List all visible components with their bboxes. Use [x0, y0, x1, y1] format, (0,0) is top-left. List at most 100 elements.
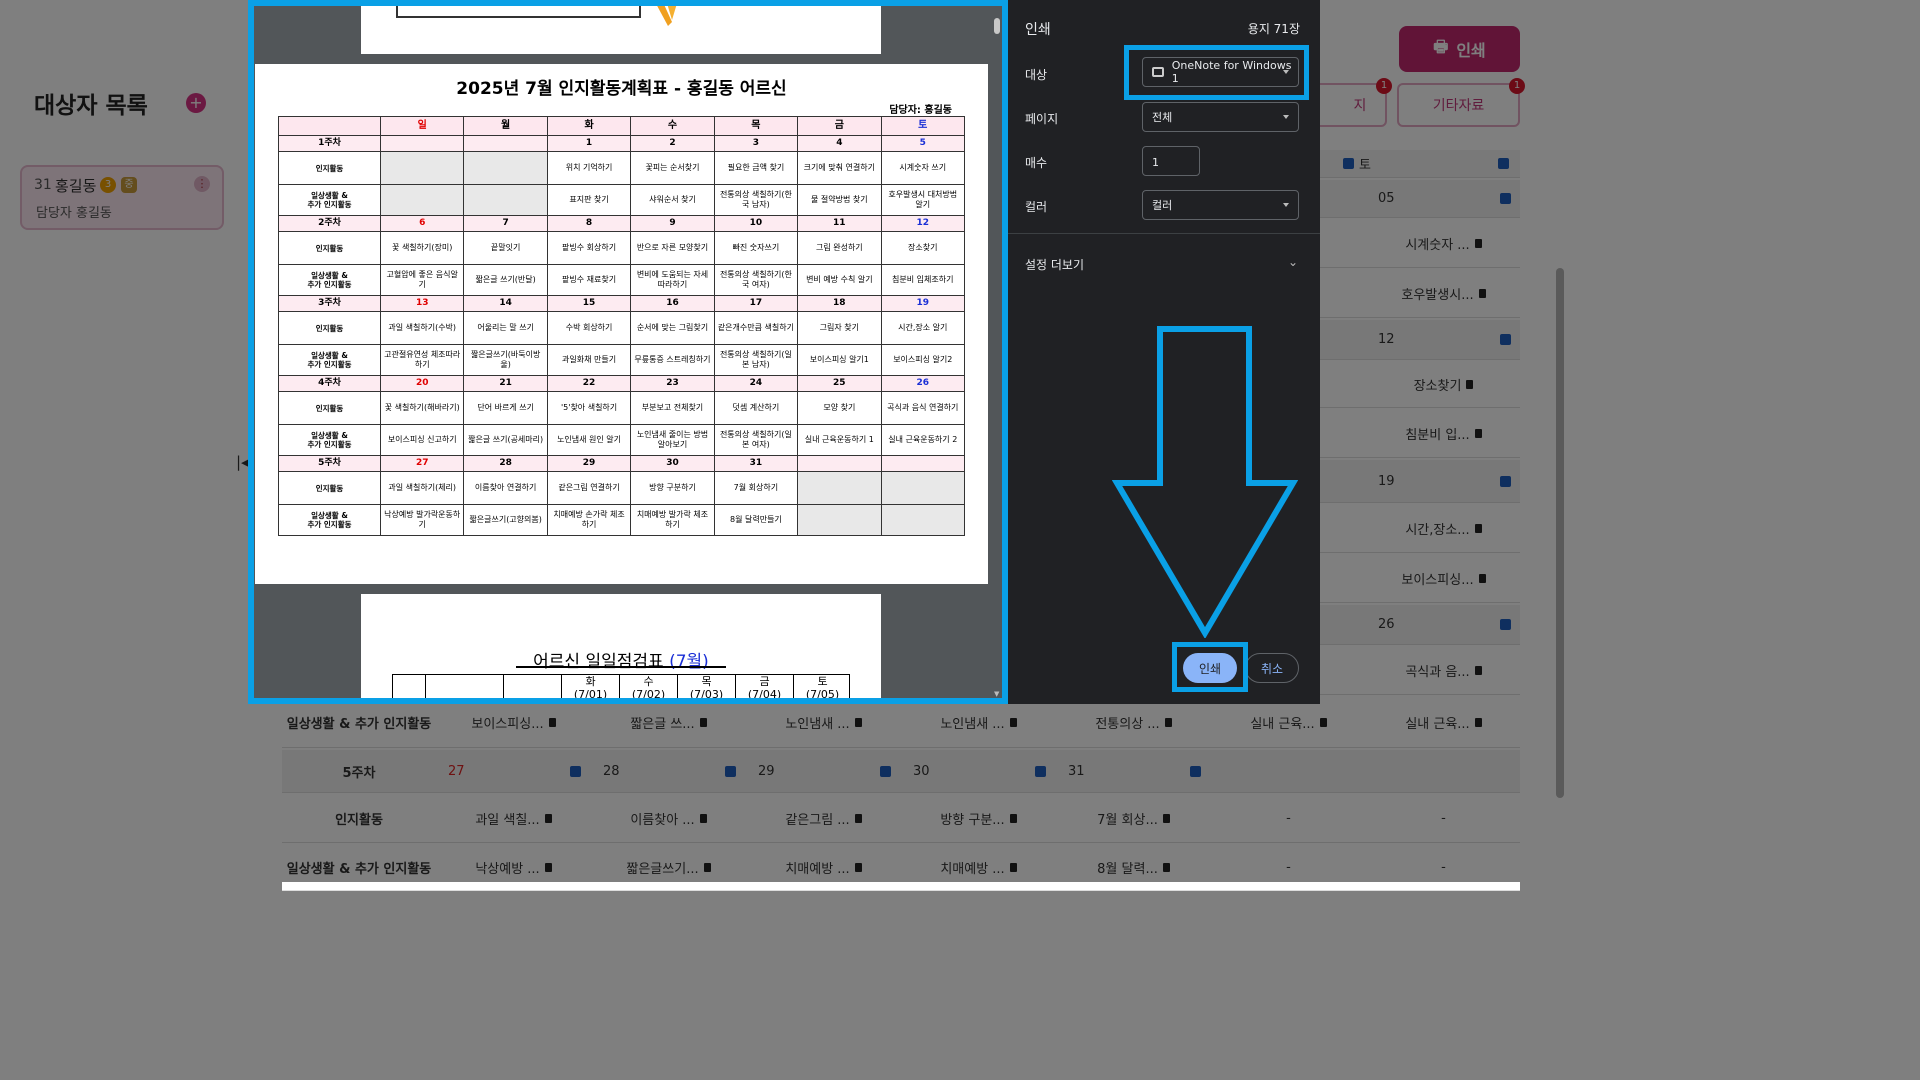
plan-calendar-table: 일 월 화 수 목 금 토 1주차 1 2 3 4 5 인지활동 위치 기억하기 꽃피는 순서찾… [278, 116, 966, 536]
date-cell: 12 [880, 215, 966, 232]
daily-row: 일상생활 & 추가 인지활동 표지판 찾기 샤워순서 찾기 전통의상 색칠하기(한국 남… [278, 184, 966, 216]
daily-cell: 짧은글쓰기(바둑이방울) [463, 344, 548, 376]
daily-cell: 팥빙수 재료찾기 [546, 264, 632, 296]
date-cell: 22 [546, 375, 632, 392]
checklist-col: 토 (7/05) [793, 675, 851, 704]
activity-cell [880, 471, 966, 505]
daily-cell: 침분비 입체조하기 [880, 264, 966, 296]
daily-cell: 보이스피싱 신고하기 [379, 424, 465, 456]
date-cell: 29 [546, 455, 632, 472]
more-settings-toggle[interactable]: 설정 더보기 [1025, 256, 1084, 273]
daily-cell: 샤워순서 찾기 [630, 184, 715, 216]
copies-input[interactable]: 1 [1142, 146, 1200, 176]
title-underline [516, 666, 726, 668]
daily-label-line: 추가 인지활동 [307, 440, 352, 449]
date-cell: 7 [463, 215, 548, 232]
activity-cell [797, 471, 882, 505]
print-preview[interactable]: 2025년 7월 인지활동계획표 - 홍길동 어르신 담당자: 홍길동 일 월 … [248, 0, 1008, 704]
pages-select[interactable]: 전체 [1142, 102, 1299, 132]
day-header: 토 [880, 116, 966, 136]
daily-row-label: 일상생활 & 추가 인지활동 [278, 344, 381, 376]
checklist-title-text: 어르신 일일점검표 [533, 652, 664, 672]
activity-row: 인지활동 꽃 색칠하기(해바라기) 단어 바르게 쓰기 '5'찾아 색칠하기 부분보고 … [278, 391, 966, 425]
daily-cell [797, 504, 882, 536]
activity-cell: 꽃피는 순서찾기 [630, 151, 715, 185]
daily-cell: 짧은글쓰기(고향의봄) [463, 504, 548, 536]
daily-cell: 치매예방 손가락 체조하기 [546, 504, 632, 536]
date: (7/05) [805, 688, 840, 701]
week-row: 3주차 13 14 15 16 17 18 19 [278, 295, 966, 312]
date-cell [797, 455, 882, 472]
previous-page-box [396, 0, 641, 18]
date-cell: 16 [630, 295, 715, 312]
checklist-col: 화 (7/01) [561, 675, 619, 704]
date-cell: 14 [463, 295, 548, 312]
date-cell: 31 [713, 455, 799, 472]
color-select[interactable]: 컬러 [1142, 190, 1299, 220]
daily-cell: 표지판 찾기 [546, 184, 632, 216]
activity-cell: 장소찾기 [880, 231, 966, 265]
daily-row: 일상생활 & 추가 인지활동 고관절유연성 체조따라하기 짧은글쓰기(바둑이방울) 과일… [278, 344, 966, 376]
date-cell: 20 [379, 375, 465, 392]
daily-cell: 노인냄새 원인 알기 [546, 424, 632, 456]
day: 토 [817, 675, 828, 688]
copies-label: 매수 [1025, 156, 1048, 170]
daily-cell: 낙상예방 발가락운동하기 [379, 504, 465, 536]
activity-cell: 꽃 색칠하기(장미) [379, 231, 465, 265]
date-cell: 24 [713, 375, 799, 392]
checklist-table: 화 (7/01) 수 (7/02) 목 (7/03) 금 (7/04) 토 (7/05) [392, 674, 850, 704]
date-cell: 5 [880, 135, 966, 152]
daily-label-line: 일상생활 & [311, 351, 348, 360]
daily-cell: 고관절유연성 체조따라하기 [379, 344, 465, 376]
activity-cell: 이름찾아 연결하기 [463, 471, 548, 505]
date-cell: 30 [630, 455, 715, 472]
date: (7/02) [631, 688, 666, 701]
preview-page-next: 어르신 일일점검표 (7월) 화 (7/01) 수 (7/02) 목 (7/03) 금… [361, 594, 881, 704]
day-header: 일 [379, 116, 465, 136]
checklist-col [503, 675, 561, 704]
chevron-down-icon [1283, 203, 1289, 207]
daily-cell: 전통의상 색칠하기(일본 여자) [713, 424, 799, 456]
week-row: 5주차 27 28 29 30 31 [278, 455, 966, 472]
daily-cell [379, 184, 465, 216]
checklist-col: 금 (7/04) [735, 675, 793, 704]
preview-scrollbar[interactable] [994, 18, 1000, 34]
activity-cell: 끝말잇기 [463, 231, 548, 265]
activity-cell: 방향 구분하기 [630, 471, 715, 505]
activity-cell: 같은그림 연결하기 [546, 471, 632, 505]
daily-row: 일상생활 & 추가 인지활동 보이스피싱 신고하기 짧은글 쓰기(공세마리) 노인냄새 … [278, 424, 966, 456]
daily-cell: 8월 달력만들기 [713, 504, 799, 536]
activity-cell: 팥빙수 회상하기 [546, 231, 632, 265]
color-label: 컬러 [1025, 200, 1048, 214]
activity-row-label: 인지활동 [278, 231, 381, 265]
activity-row: 인지활동 위치 기억하기 꽃피는 순서찾기 필요한 금액 찾기 크기에 맞춰 연결하기 시… [278, 151, 966, 185]
date: (7/04) [747, 688, 782, 701]
scroll-down-icon[interactable]: ▼ [994, 690, 999, 698]
calendar-header-row: 일 월 화 수 목 금 토 [278, 116, 966, 136]
daily-row-label: 일상생활 & 추가 인지활동 [278, 184, 381, 216]
cancel-button[interactable]: 취소 [1245, 653, 1299, 683]
date-cell: 15 [546, 295, 632, 312]
activity-cell: 빠진 숫자쓰기 [713, 231, 799, 265]
daily-cell: 변비에 도움되는 자세 따라하기 [630, 264, 715, 296]
print-button-highlight-box [1172, 642, 1248, 692]
daily-row-label: 일상생활 & 추가 인지활동 [278, 264, 381, 296]
daily-label-line: 추가 인지활동 [307, 200, 352, 209]
destination-label: 대상 [1025, 68, 1048, 82]
daily-row: 일상생활 & 추가 인지활동 고혈압에 좋은 음식알기 짧은글 쓰기(반달) 팥빙수 재… [278, 264, 966, 296]
week-label: 1주차 [278, 135, 381, 152]
date: (7/01) [573, 688, 608, 701]
daily-label-line: 추가 인지활동 [307, 520, 352, 529]
daily-cell: 보이스피싱 알기2 [880, 344, 966, 376]
day: 금 [759, 675, 770, 688]
daily-label-line: 일상생활 & [311, 191, 348, 200]
activity-cell: 시간,장소 알기 [880, 311, 966, 345]
daily-cell: 과일화채 만들기 [546, 344, 632, 376]
daily-cell: 변비 예방 수칙 알기 [797, 264, 882, 296]
chevron-down-icon[interactable]: ⌄ [1288, 255, 1298, 269]
week-label: 4주차 [278, 375, 381, 392]
date-cell: 27 [379, 455, 465, 472]
plan-manager: 담당자: 홍길동 [889, 105, 952, 116]
week-label: 5주차 [278, 455, 381, 472]
date-cell: 23 [630, 375, 715, 392]
